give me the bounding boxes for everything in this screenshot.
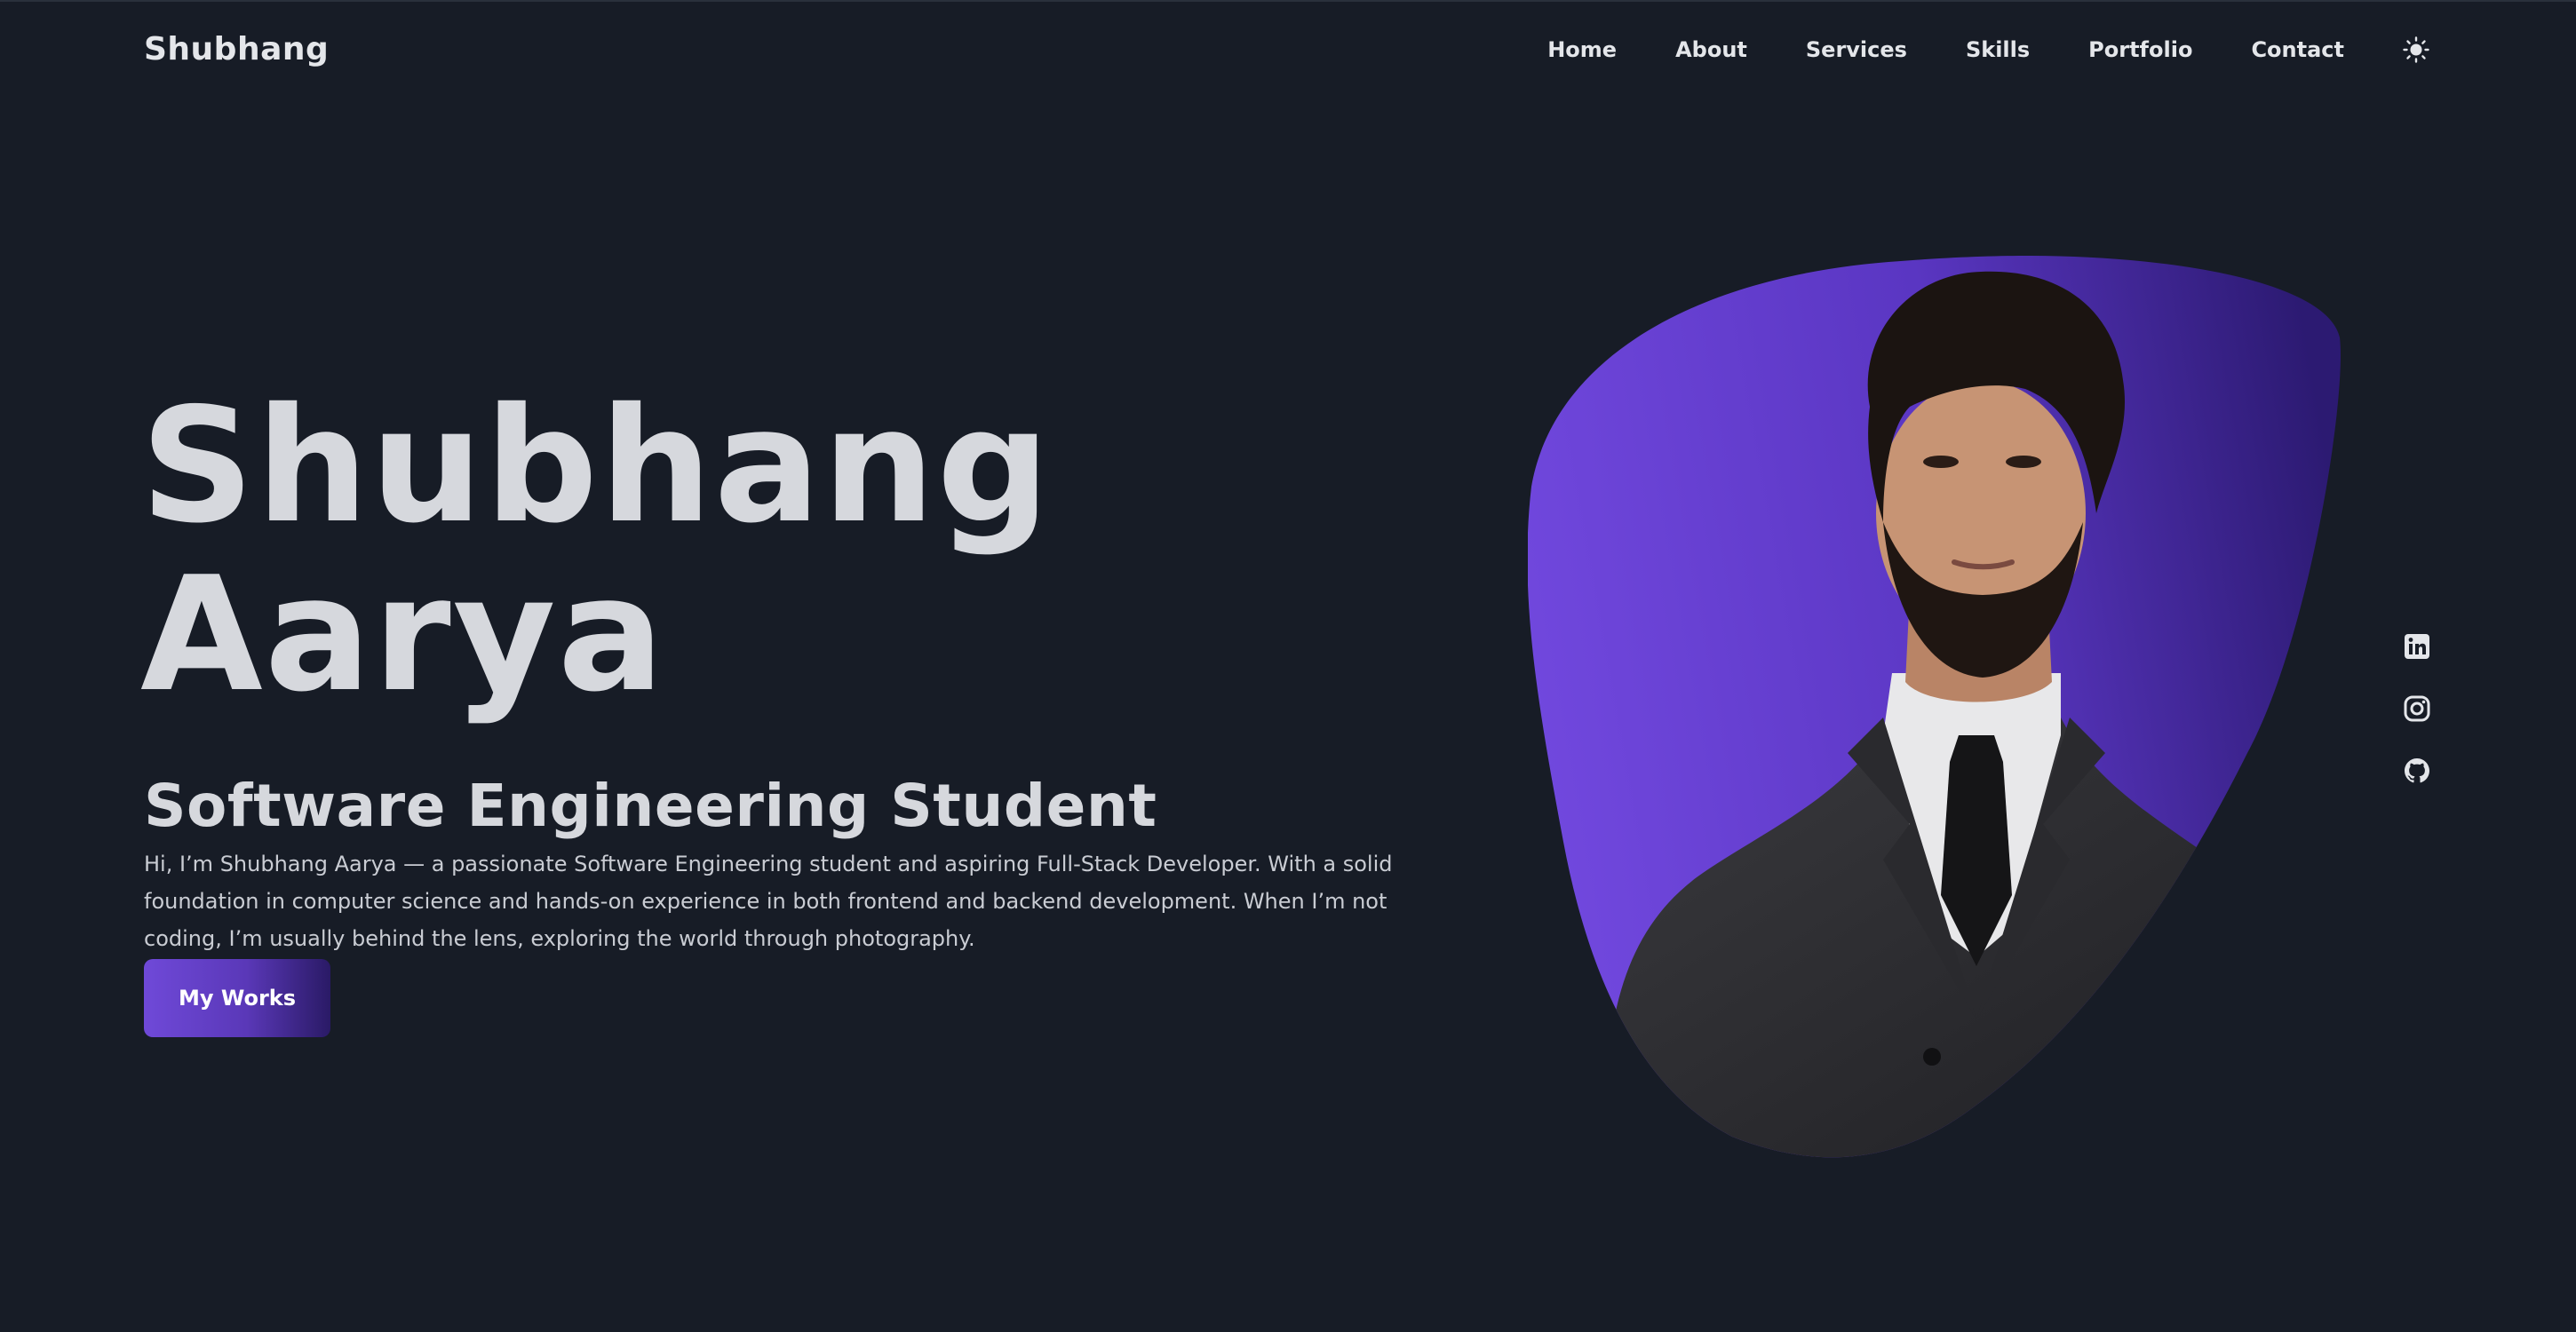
nav-portfolio[interactable]: Portfolio — [2088, 30, 2192, 69]
linkedin-icon — [2405, 634, 2429, 659]
instagram-link[interactable] — [2403, 694, 2435, 726]
nav-home[interactable]: Home — [1547, 30, 1617, 69]
main-nav: Home About Services Skills Portfolio Con… — [1547, 30, 2431, 69]
site-header: Shubhang Home About Services Skills Port… — [0, 0, 2576, 99]
github-icon — [2405, 758, 2429, 783]
hero-description: Hi, I’m Shubhang Aarya — a passionate So… — [144, 852, 1393, 951]
hero-name: Shubhang Aarya — [140, 382, 1052, 719]
profile-photo — [1528, 256, 2341, 1158]
nav-about[interactable]: About — [1675, 30, 1747, 69]
hero-name-last: Aarya — [140, 543, 666, 726]
hero-subtitle: Software Engineering Student — [144, 772, 1157, 840]
nav-contact[interactable]: Contact — [2251, 30, 2344, 69]
hero-name-first: Shubhang — [140, 374, 1053, 558]
my-works-button[interactable]: My Works — [144, 959, 330, 1037]
nav-skills[interactable]: Skills — [1966, 30, 2030, 69]
sun-icon — [2403, 36, 2429, 63]
instagram-icon — [2404, 695, 2430, 722]
github-link[interactable] — [2403, 757, 2435, 789]
site-logo[interactable]: Shubhang — [144, 27, 329, 73]
theme-toggle-button[interactable] — [2401, 35, 2431, 65]
linkedin-link[interactable] — [2403, 632, 2435, 664]
nav-services[interactable]: Services — [1806, 30, 1907, 69]
page: Shubhang Home About Services Skills Port… — [0, 0, 2576, 1332]
social-links — [2403, 632, 2435, 819]
